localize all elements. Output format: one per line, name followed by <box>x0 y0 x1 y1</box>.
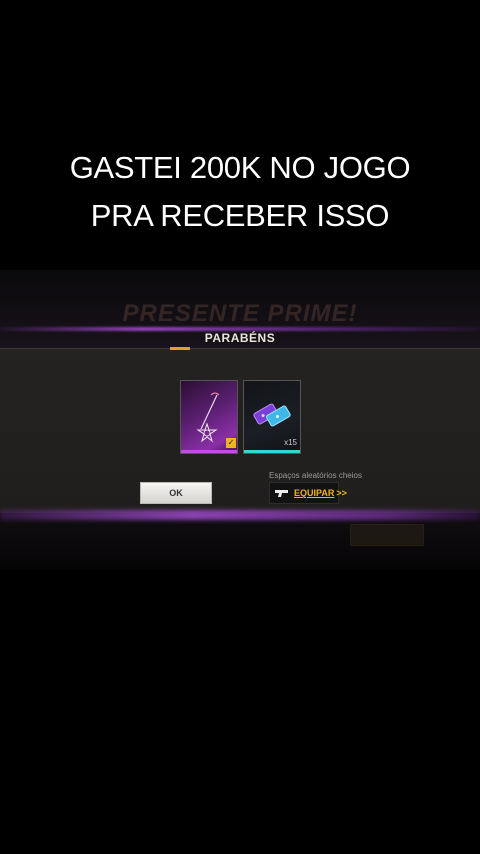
caption-line-1: GASTEI 200K NO JOGO <box>69 150 411 185</box>
screen: PRESENTE PRIME! PARABÉNS ✓ x15 Espaços a… <box>0 0 480 854</box>
caption-line-2: PRA RECEBER ISSO <box>90 198 390 233</box>
double-chevron-icon: >> <box>336 488 347 498</box>
item-quantity: x15 <box>284 438 297 447</box>
reward-item-card[interactable]: x15 <box>243 380 301 454</box>
title-accent-bar <box>170 347 190 350</box>
gun-icon <box>274 488 290 498</box>
equipped-check-icon: ✓ <box>226 438 236 448</box>
equip-button[interactable]: EQUIPAR >> <box>269 482 347 504</box>
equip-label: EQUIPAR <box>294 488 335 498</box>
rarity-bar <box>181 450 237 453</box>
reward-modal <box>0 348 480 513</box>
ok-button[interactable]: OK <box>140 482 212 504</box>
background-button <box>350 524 424 546</box>
rarity-bar <box>244 450 300 453</box>
purple-glow-bottom <box>0 510 480 520</box>
background-title: PRESENTE PRIME! <box>122 300 358 327</box>
video-caption: GASTEI 200K NO JOGO PRA RECEBER ISSO <box>0 144 480 240</box>
modal-title: PARABÉNS <box>204 331 276 345</box>
reward-item-card[interactable]: ✓ <box>180 380 238 454</box>
slots-full-notice: Espaços aleatórios cheios <box>269 471 362 480</box>
